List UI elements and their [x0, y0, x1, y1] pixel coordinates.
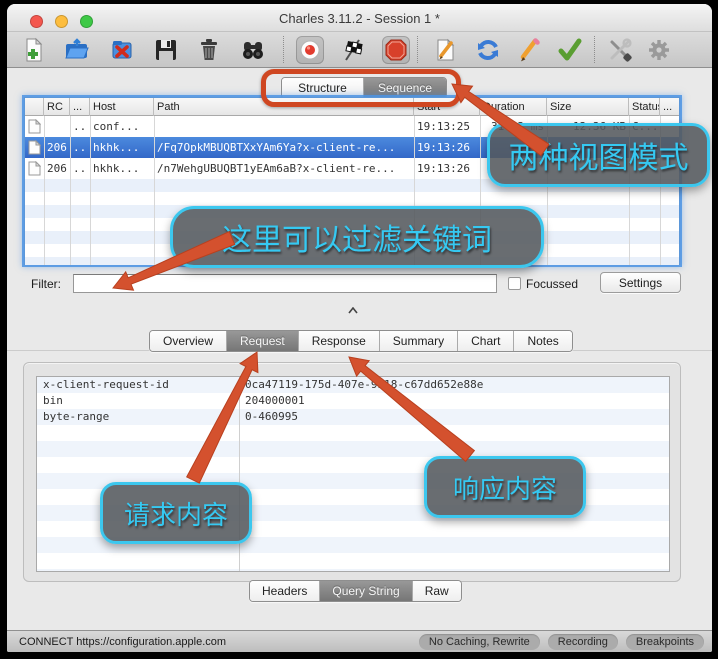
tab-response[interactable]: Response: [299, 331, 380, 351]
kv-value: 204000001: [245, 393, 665, 409]
kv-value: 0ca47119-175d-407e-9b18-c67dd652e88e: [245, 377, 665, 393]
settings-gear-icon[interactable]: [645, 36, 673, 64]
tab-request[interactable]: Request: [227, 331, 299, 351]
cell-start: 19:13:26: [414, 137, 480, 158]
kv-row[interactable]: x-client-request-id 0ca47119-175d-407e-9…: [37, 377, 669, 393]
status-text: CONNECT https://configuration.apple.com: [19, 636, 419, 648]
column-status[interactable]: Status: [629, 98, 660, 116]
toolbar-separator: [283, 36, 284, 63]
settings-button[interactable]: Settings: [600, 272, 681, 293]
column-c9[interactable]: ...: [660, 98, 679, 116]
tab-query-string[interactable]: Query String: [320, 581, 412, 601]
cell-rc: 206: [44, 137, 70, 158]
highlight-ring: [261, 69, 461, 107]
tab-raw[interactable]: Raw: [413, 581, 461, 601]
request-view-tab-bar: Headers Query String Raw: [249, 580, 462, 602]
focussed-checkbox[interactable]: [508, 277, 521, 290]
title-bar: Charles 3.11.2 - Session 1 *: [7, 4, 712, 32]
compose-icon[interactable]: [432, 36, 460, 64]
kv-value: 0-460995: [245, 409, 665, 425]
find-icon[interactable]: [239, 36, 267, 64]
repeat-icon[interactable]: [474, 36, 502, 64]
annotation-filter-hint: 这里可以过滤关键词: [170, 206, 544, 268]
tab-chart[interactable]: Chart: [458, 331, 514, 351]
cell-path: /Fq7OpkMBUQBTXxYAm6Ya?x-client-re...: [154, 137, 414, 158]
annotation-request-content: 请求内容: [100, 482, 252, 544]
save-session-icon[interactable]: [152, 36, 180, 64]
tools-icon[interactable]: [606, 36, 634, 64]
close-session-icon[interactable]: [108, 36, 136, 64]
column-duration[interactable]: Duration: [480, 98, 547, 116]
column-size[interactable]: Size: [547, 98, 629, 116]
toolbar-separator: [417, 36, 418, 63]
open-session-icon[interactable]: [63, 36, 91, 64]
cell-host: hkhk...: [90, 158, 154, 179]
cell-c2: ..: [70, 116, 90, 137]
cell-start: 19:13:26: [414, 158, 480, 179]
status-badge-recording[interactable]: Recording: [548, 634, 618, 650]
cell-rc: 206: [44, 158, 70, 179]
toolbar: [7, 32, 712, 68]
cell-host: hkhk...: [90, 137, 154, 158]
tab-headers[interactable]: Headers: [250, 581, 320, 601]
cell-path: /n7WehgUBUQBT1yEAm6aB?x-client-re...: [154, 158, 414, 179]
kv-row[interactable]: bin 204000001: [37, 393, 669, 409]
new-session-icon[interactable]: [19, 36, 47, 64]
annotation-view-modes: 两种视图模式: [487, 123, 710, 187]
throttle-icon[interactable]: [339, 36, 367, 64]
column-rc[interactable]: RC: [44, 98, 70, 116]
record-button[interactable]: [296, 36, 324, 64]
clear-session-icon[interactable]: [195, 36, 223, 64]
column-c2[interactable]: ...: [70, 98, 90, 116]
column-icon[interactable]: [25, 98, 44, 116]
toolbar-separator: [594, 36, 595, 63]
edit-icon[interactable]: [515, 36, 543, 64]
focussed-label: Focussed: [526, 277, 578, 291]
kv-key: bin: [43, 393, 233, 409]
filter-label: Filter:: [31, 277, 61, 291]
kv-key: x-client-request-id: [43, 377, 233, 393]
status-bar: CONNECT https://configuration.apple.com …: [7, 630, 712, 652]
status-badge-breakpoints[interactable]: Breakpoints: [626, 634, 704, 650]
detail-tab-bar: Overview Request Response Summary Chart …: [149, 330, 573, 352]
tab-overview[interactable]: Overview: [150, 331, 227, 351]
validate-icon[interactable]: [556, 36, 584, 64]
cell-c2: ..: [70, 137, 90, 158]
filter-input[interactable]: [73, 274, 497, 293]
cell-c2: ..: [70, 158, 90, 179]
column-host[interactable]: Host: [90, 98, 154, 116]
status-badge-caching-rewrite[interactable]: No Caching, Rewrite: [419, 634, 540, 650]
tab-notes[interactable]: Notes: [514, 331, 571, 351]
kv-row[interactable]: byte-range 0-460995: [37, 409, 669, 425]
screenshot-stage: Charles 3.11.2 - Session 1 *: [0, 0, 718, 659]
cell-host: conf...: [90, 116, 154, 137]
tab-summary[interactable]: Summary: [380, 331, 458, 351]
annotation-response-content: 响应内容: [424, 456, 586, 518]
window-title: Charles 3.11.2 - Session 1 *: [7, 11, 712, 26]
collapse-pane-handle[interactable]: [348, 307, 358, 314]
cell-start: 19:13:25: [414, 116, 480, 137]
kv-key: byte-range: [43, 409, 233, 425]
breakpoints-stop-icon[interactable]: [382, 36, 410, 64]
